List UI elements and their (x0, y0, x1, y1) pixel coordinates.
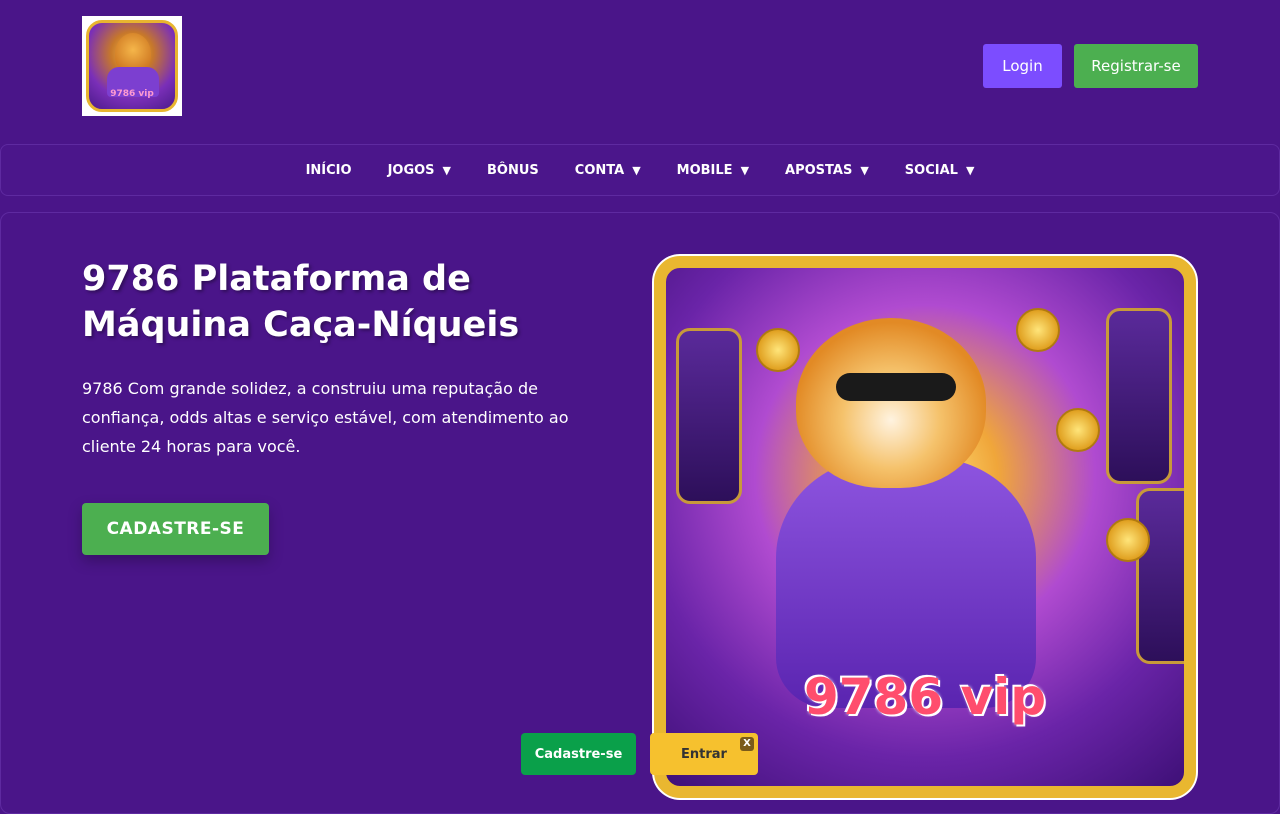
close-icon[interactable]: X (740, 737, 754, 751)
nav-item-inicio[interactable]: INÍCIO (306, 163, 352, 178)
nav-item-label: APOSTAS (785, 162, 853, 178)
signup-cta-button[interactable]: CADASTRE-SE (82, 503, 269, 555)
nav-item-social[interactable]: SOCIAL ▼ (905, 163, 975, 178)
hero-image: 9786 vip (652, 254, 1198, 800)
login-button[interactable]: Login (983, 44, 1062, 88)
sunglasses-graphic (836, 373, 956, 401)
image-frame: 9786 vip (654, 256, 1196, 798)
site-logo[interactable]: 9786 vip (82, 16, 182, 116)
hero-title: 9786 Plataforma de Máquina Caça-Níqueis (82, 259, 520, 345)
coin-graphic (1106, 518, 1150, 562)
slot-machine-graphic (1136, 488, 1184, 664)
nav-item-label: SOCIAL (904, 162, 958, 178)
register-button[interactable]: Registrar-se (1074, 44, 1198, 88)
image-vip-text: 9786 vip (803, 668, 1047, 726)
coin-graphic (1056, 408, 1100, 452)
logo-text: 9786 vip (110, 89, 154, 99)
chevron-down-icon: ▼ (860, 163, 869, 177)
main-nav: INÍCIO JOGOS ▼ BÔNUS CONTA ▼ MOBILE ▼ AP… (0, 144, 1280, 196)
slot-machine-graphic (676, 328, 742, 504)
nav-item-label: INÍCIO (305, 162, 352, 178)
tiger-head-graphic (796, 318, 986, 488)
chevron-down-icon: ▼ (965, 163, 975, 177)
nav-item-apostas[interactable]: APOSTAS ▼ (785, 163, 869, 178)
nav-item-bonus[interactable]: BÔNUS (487, 163, 539, 178)
chevron-down-icon: ▼ (632, 163, 641, 177)
hero-description: 9786 Com grande solidez, a construiu uma… (82, 379, 569, 456)
logo-image: 9786 vip (86, 20, 178, 112)
nav-item-label: JOGOS (387, 162, 435, 178)
nav-item-label: MOBILE (676, 162, 733, 178)
chevron-down-icon: ▼ (442, 163, 452, 177)
nav-item-conta[interactable]: CONTA ▼ (575, 163, 641, 178)
chevron-down-icon: ▼ (740, 163, 750, 177)
coin-graphic (756, 328, 800, 372)
nav-item-mobile[interactable]: MOBILE ▼ (677, 163, 749, 178)
slot-machine-graphic (1106, 308, 1172, 484)
coin-graphic (1016, 308, 1060, 352)
floating-signup-button[interactable]: Cadastre-se (521, 733, 636, 775)
site-header: 9786 vip Login Registrar-se (0, 0, 1280, 134)
nav-item-label: CONTA (574, 162, 625, 178)
nav-item-label: BÔNUS (487, 162, 539, 178)
nav-item-jogos[interactable]: JOGOS ▼ (388, 163, 451, 178)
